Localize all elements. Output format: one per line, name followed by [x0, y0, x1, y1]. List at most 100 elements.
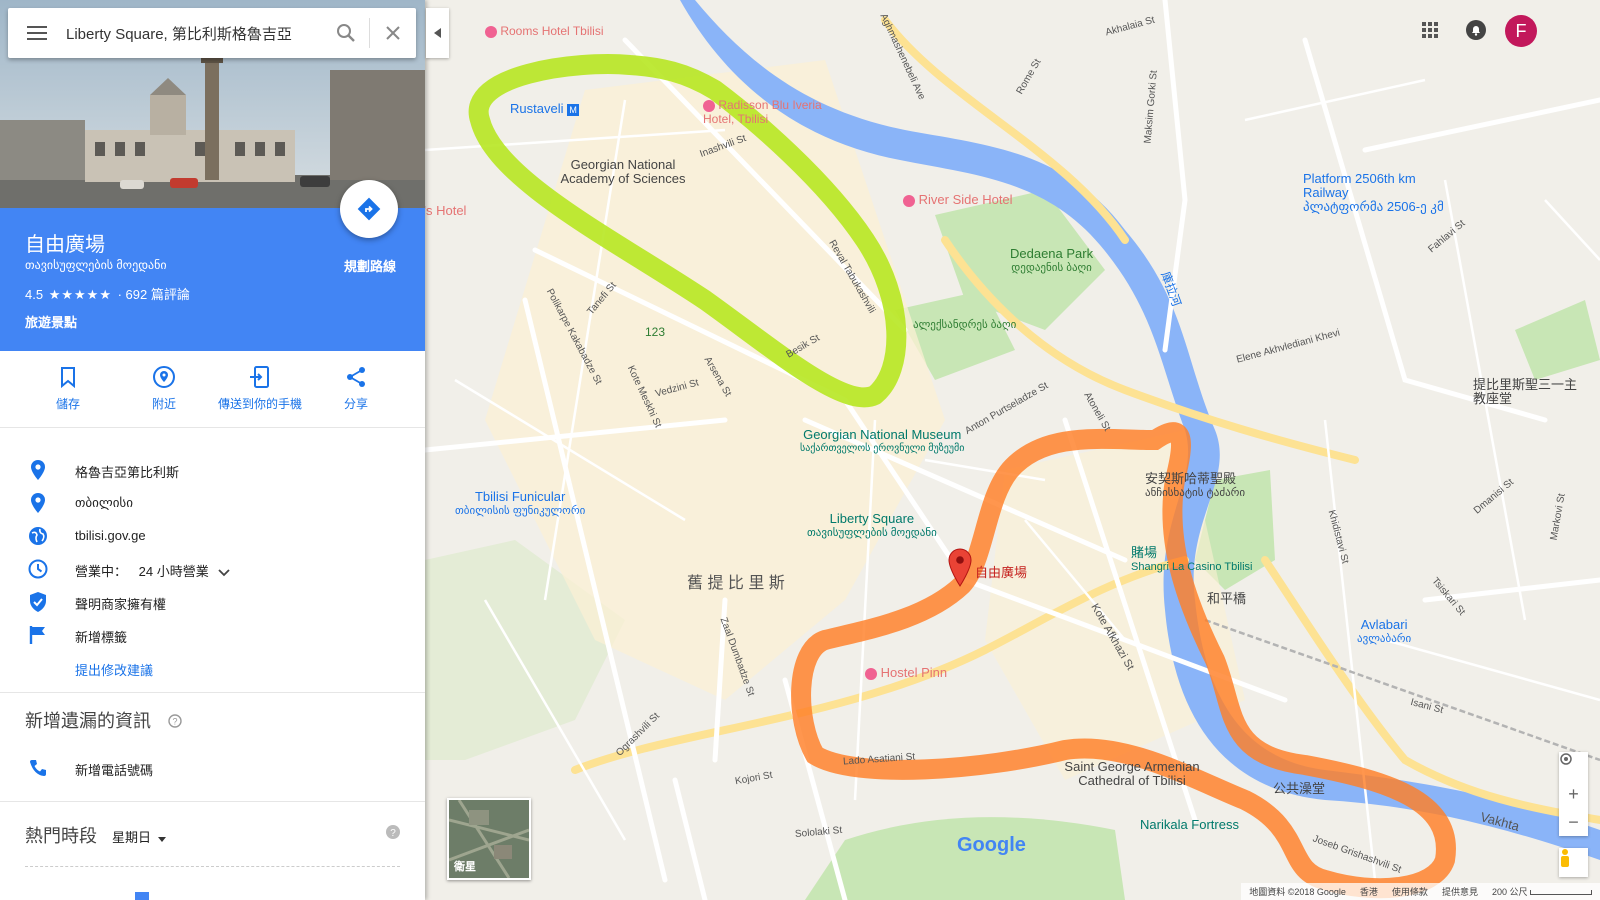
chevron-down-icon[interactable] [218, 565, 230, 580]
map-label-rooms-hotel[interactable]: Rooms Hotel Tbilisi [485, 24, 604, 38]
bookmark-icon [20, 363, 116, 391]
rating-value: 4.5 [25, 287, 44, 302]
location-pin-icon [26, 491, 50, 515]
map-label-national-museum[interactable]: Georgian National Museum საქართველოს ერო… [800, 428, 964, 456]
locality-row[interactable]: თბილისი [0, 487, 425, 519]
map-label-old-tbilisi: 舊 提 比 里 斯 [687, 575, 785, 592]
divider [0, 801, 425, 802]
map-controls: + − [1559, 752, 1588, 836]
add-phone-row[interactable]: 新增電話號碼 [0, 752, 425, 784]
nearby-icon [116, 363, 212, 391]
website-row[interactable]: tbilisi.gov.ge [0, 520, 425, 552]
map-label-alexander-garden[interactable]: ალექსანდრეს ბაღი [913, 318, 1016, 332]
directions-label[interactable]: 規劃路線 [330, 256, 410, 275]
share-button[interactable]: 分享 [308, 363, 404, 412]
review-count[interactable]: · 692 篇評論 [118, 287, 190, 302]
menu-icon[interactable] [8, 8, 66, 58]
action-bar: 儲存 附近 傳送到你的手機 分享 [0, 351, 425, 428]
clock-icon [26, 557, 50, 581]
map-base [425, 0, 1600, 900]
map-label-trinity-cathedral[interactable]: 提比里斯聖三一主教座堂 [1473, 378, 1583, 406]
divider [0, 692, 425, 693]
map-canvas[interactable]: Rooms Hotel Tbilisi Radisson Blu Iveria … [425, 0, 1600, 900]
hours-row[interactable]: 營業中： 24 小時營業 [0, 553, 425, 585]
map-label-academy[interactable]: Georgian National Academy of Sciences [553, 158, 693, 186]
popular-times-header: 熱門時段 星期日 [25, 822, 166, 848]
nearby-button[interactable]: 附近 [116, 363, 212, 412]
zoom-in-button[interactable]: + [1559, 780, 1588, 808]
save-button[interactable]: 儲存 [20, 363, 116, 412]
claim-business-row[interactable]: 聲明商家擁有權 [0, 586, 425, 618]
rating-stars: ★★★★★ [48, 287, 112, 302]
map-label-liberty-square[interactable]: Liberty Square თავისუფლების მოედანი [807, 512, 937, 540]
map-label-riverside[interactable]: River Side Hotel [903, 193, 1013, 207]
svg-text:?: ? [173, 716, 178, 726]
search-input[interactable]: Liberty Square, 第比利斯格魯吉亞 [66, 23, 323, 44]
metro-icon: M [567, 103, 580, 116]
popular-times-bar [135, 892, 149, 900]
place-category[interactable]: 旅遊景點 [25, 312, 77, 331]
add-label-row[interactable]: 新增標籤 [0, 619, 425, 651]
map-label-narikala[interactable]: Narikala Fortress [1140, 818, 1239, 832]
map-label-anchiskhati[interactable]: 安契斯哈蒂聖殿 ანჩისხატის ტაძარი [1145, 472, 1245, 500]
popular-times-title: 熱門時段 [25, 826, 97, 846]
directions-button[interactable] [340, 180, 398, 238]
hours-value: 24 小時營業 [138, 564, 209, 579]
place-panel: Liberty Square, 第比利斯格魯吉亞 自由廣場 თავისუფლებ… [0, 0, 425, 900]
terms-link[interactable]: 使用條款 [1392, 885, 1428, 898]
hotel-marker-icon [865, 667, 877, 680]
map-label-avlabari[interactable]: Avlabari ავლაბარი [1357, 618, 1411, 646]
flag-icon [26, 623, 50, 647]
zoom-out-button[interactable]: − [1559, 808, 1588, 836]
map-label-casino[interactable]: 賭場 Shangri La Casino Tbilisi [1131, 546, 1252, 574]
place-rating[interactable]: 4.5 ★★★★★ · 692 篇評論 [25, 284, 190, 303]
phone-icon [26, 756, 50, 780]
google-logo: Google [957, 834, 1026, 856]
map-label-marker[interactable]: 自由廣場 [975, 566, 1027, 580]
map-label-hotel-left[interactable]: y's Hotel [425, 204, 466, 218]
satellite-label: 衛星 [454, 861, 476, 873]
send-to-phone-icon [212, 363, 308, 391]
search-box[interactable]: Liberty Square, 第比利斯格魯吉亞 [8, 8, 416, 58]
scale-bar[interactable]: 200 公尺 [1492, 885, 1592, 898]
chevron-left-icon [433, 28, 441, 38]
region-link[interactable]: 香港 [1360, 885, 1378, 898]
close-icon[interactable] [370, 8, 416, 58]
map-label-platform[interactable]: Platform 2506th km Railway პლატფორმა 250… [1303, 172, 1463, 214]
day-selector[interactable]: 星期日 [112, 830, 166, 845]
map-label-radisson[interactable]: Radisson Blu Iveria Hotel, Tbilisi [703, 98, 843, 126]
directions-icon [357, 197, 381, 221]
map-label-public-bath[interactable]: 公共澡堂 [1273, 782, 1325, 796]
place-local-name: თავისუფლების მოედანი [25, 258, 167, 272]
feedback-link[interactable]: 提供意見 [1442, 885, 1478, 898]
globe-icon [26, 524, 50, 548]
suggest-edit-link[interactable]: 提出修改建議 [0, 652, 425, 684]
help-icon[interactable]: ? [386, 825, 400, 844]
account-avatar[interactable]: F [1505, 15, 1537, 47]
share-icon [308, 363, 404, 391]
location-pin-icon [26, 458, 50, 482]
map-label-st-george[interactable]: Saint George Armenian Cathedral of Tbili… [1057, 760, 1207, 788]
map-label-route-123: 123 [645, 325, 666, 339]
map-label-rustaveli[interactable]: Rustaveli M [510, 102, 580, 116]
help-icon[interactable]: ? [168, 712, 182, 733]
shield-check-icon [26, 590, 50, 614]
send-to-phone-button[interactable]: 傳送到你的手機 [212, 363, 308, 412]
my-location-icon[interactable] [1559, 752, 1588, 780]
map-data-credit: 地圖資料 ©2018 Google [1249, 887, 1346, 897]
hotel-marker-icon [703, 99, 715, 112]
pegman-icon[interactable] [1559, 848, 1588, 877]
hotel-marker-icon [485, 25, 497, 38]
collapse-panel-button[interactable] [426, 8, 449, 58]
map-label-peace-bridge[interactable]: 和平橋 [1207, 592, 1246, 606]
search-icon[interactable] [323, 8, 369, 58]
address-row[interactable]: 格魯吉亞第比利斯 [0, 454, 425, 486]
satellite-toggle[interactable]: 衛星 [447, 798, 531, 880]
hotel-marker-icon [903, 194, 915, 207]
map-label-funicular[interactable]: Tbilisi Funicular თბილისის ფუნიკულორი [455, 490, 585, 518]
map-label-hostel-pinn[interactable]: Hostel Pinn [865, 666, 947, 680]
map-label-dedaena[interactable]: Dedaena Park დედაენის ბაღი [1010, 247, 1093, 275]
missing-info-title: 新增遺漏的資訊 ? [25, 707, 182, 733]
place-title: 自由廣場 [25, 234, 105, 256]
svg-text:?: ? [390, 828, 396, 839]
